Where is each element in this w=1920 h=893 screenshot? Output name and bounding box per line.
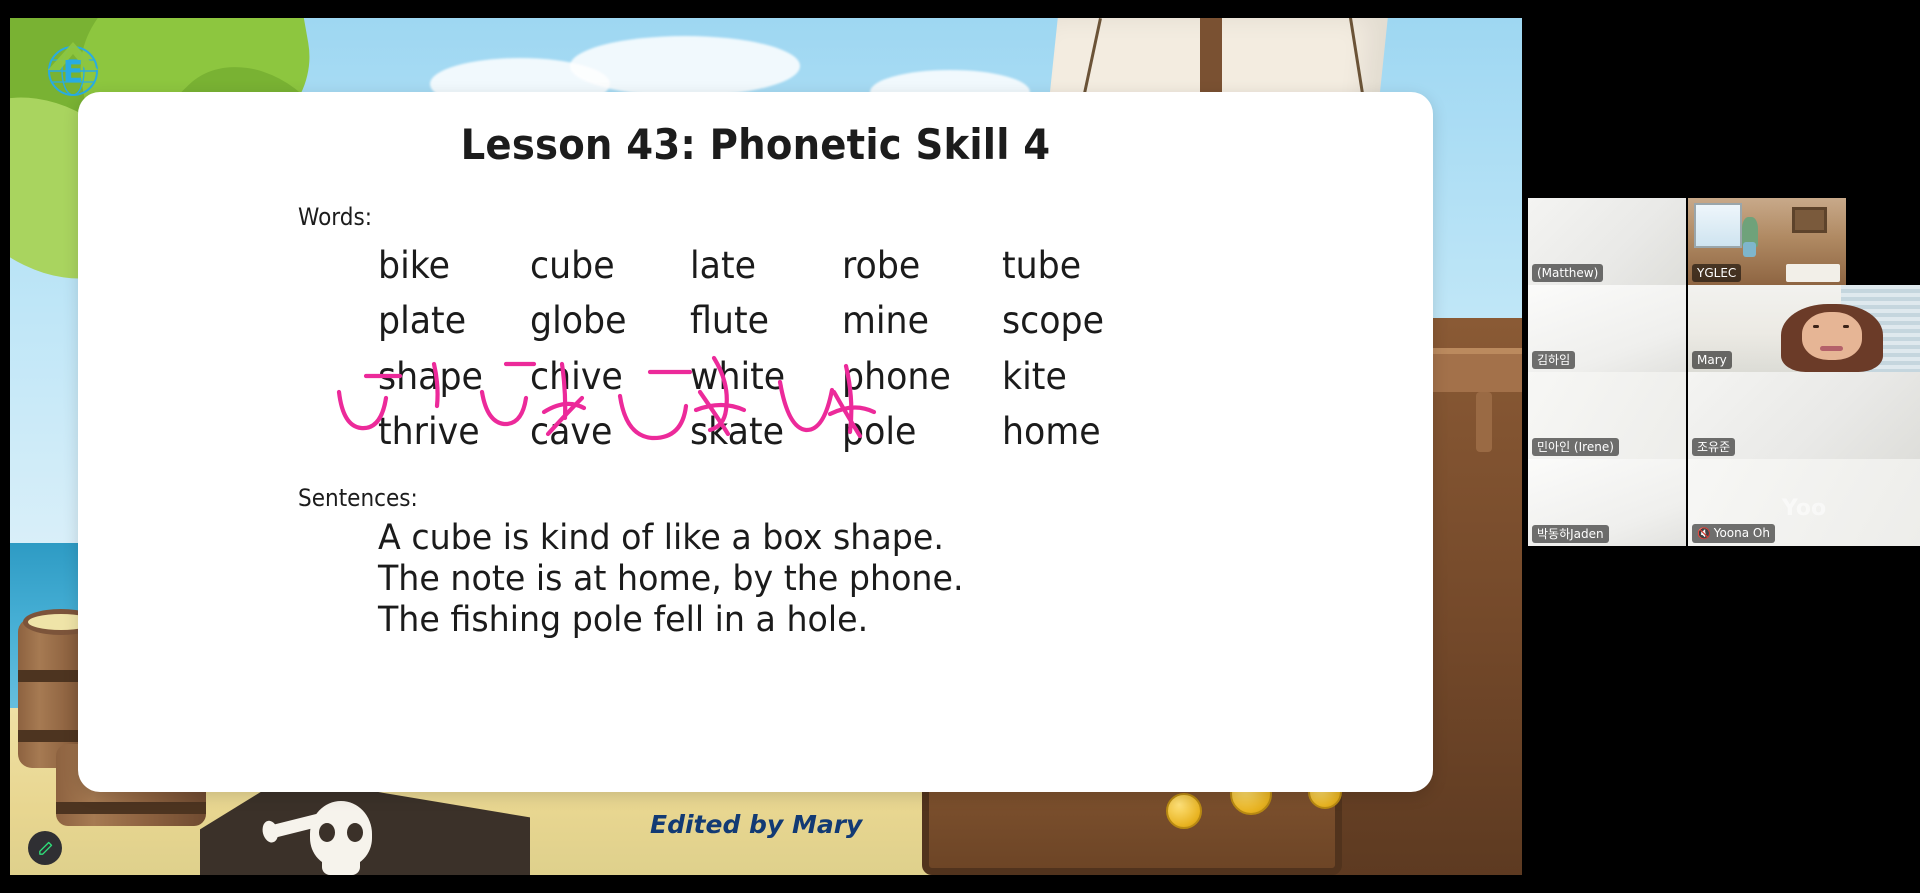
- sentences-label: Sentences:: [298, 483, 418, 512]
- pencil-annotate-icon[interactable]: [28, 831, 62, 865]
- room-window: [1694, 203, 1742, 249]
- word-cell: chive: [530, 354, 623, 398]
- rail-post: [1476, 392, 1492, 452]
- word-cell: flute: [690, 299, 769, 343]
- participant-tile-yglec[interactable]: YGLEC: [1688, 198, 1846, 285]
- participant-name: 조유준: [1692, 438, 1736, 456]
- participant-tile-yoona-oh[interactable]: Yoo 🔇 Yoona Oh: [1688, 459, 1920, 546]
- participant-name-text: Yoona Oh: [1713, 526, 1770, 540]
- word-cell: pole: [842, 410, 917, 454]
- word-cell: cave: [530, 410, 613, 454]
- participant-name: 박동하Jaden: [1532, 525, 1609, 543]
- words-label: Words:: [298, 203, 373, 231]
- word-cell: plate: [378, 299, 467, 343]
- room-picture-frame: [1792, 206, 1828, 233]
- participant-name: 김하임: [1532, 351, 1576, 369]
- presentation-slide: Lesson 43: Phonetic Skill 4 Words: bike …: [78, 92, 1433, 792]
- mic-muted-icon: 🔇: [1697, 527, 1711, 540]
- word-cell: tube: [1002, 244, 1082, 287]
- sentence-line: The note is at home, by the phone.: [378, 558, 964, 599]
- participant-tile-matthew[interactable]: (Matthew): [1528, 198, 1686, 285]
- participant-name: 🔇 Yoona Oh: [1692, 524, 1775, 543]
- person-mouth: [1820, 345, 1844, 351]
- word-cell: white: [690, 354, 786, 398]
- participant-tile-mary[interactable]: Mary: [1688, 285, 1920, 372]
- participants-gallery: (Matthew) YGLEC 김하임 Mary 민아인 (Irene) 조유준…: [1528, 0, 1920, 893]
- room-vase: [1743, 241, 1756, 258]
- participant-name: YGLEC: [1692, 264, 1742, 282]
- word-cell: cube: [530, 244, 615, 287]
- sentence-line: The fishing pole fell in a hole.: [378, 600, 869, 641]
- word-cell: scope: [1002, 299, 1105, 343]
- participant-tile-joyujun[interactable]: 조유준: [1688, 372, 1920, 459]
- word-cell: phone: [842, 354, 951, 398]
- person-eye: [1813, 325, 1820, 329]
- barrel-band: [56, 802, 206, 814]
- word-cell: skate: [690, 410, 784, 454]
- slide-title: Lesson 43: Phonetic Skill 4: [460, 120, 1051, 169]
- room-paper: [1785, 264, 1840, 282]
- word-cell: late: [690, 244, 757, 287]
- word-grid: bike cube late robe tube plate globe flu…: [378, 239, 1258, 460]
- svg-text:E: E: [63, 55, 84, 90]
- word-cell: thrive: [378, 410, 480, 454]
- gold-coin: [1166, 793, 1202, 829]
- person-face: [1801, 311, 1862, 360]
- word-cell: globe: [530, 299, 627, 343]
- word-cell: shape: [378, 354, 483, 398]
- word-cell: mine: [842, 299, 929, 343]
- word-cell: kite: [1002, 354, 1067, 398]
- word-cell: bike: [378, 244, 451, 287]
- sentence-list: A cube is kind of like a box shape. The …: [378, 518, 1433, 642]
- participant-name: Mary: [1692, 351, 1732, 369]
- shared-screen-stage: E Lesson 43: Phonetic Skill 4 Words: bik…: [10, 18, 1522, 875]
- skull-icon: [310, 801, 372, 867]
- skull-jaw: [322, 861, 360, 875]
- cloud: [570, 36, 800, 96]
- participant-tile-jaden[interactable]: 박동하Jaden: [1528, 459, 1686, 546]
- word-cell: robe: [842, 244, 921, 287]
- participant-ghost-label: Yoo: [1781, 495, 1827, 521]
- word-cell: home: [1002, 410, 1101, 454]
- sentence-line: A cube is kind of like a box shape.: [378, 517, 944, 558]
- participant-name: 민아인 (Irene): [1532, 438, 1619, 456]
- participant-tile-kimhaim[interactable]: 김하임: [1528, 285, 1686, 372]
- slide-credit: Edited by Mary: [650, 810, 863, 839]
- person-eye: [1843, 325, 1850, 329]
- zoom-meeting-window: E Lesson 43: Phonetic Skill 4 Words: bik…: [0, 0, 1920, 893]
- participant-tile-irene[interactable]: 민아인 (Irene): [1528, 372, 1686, 459]
- participant-name: (Matthew): [1532, 264, 1604, 282]
